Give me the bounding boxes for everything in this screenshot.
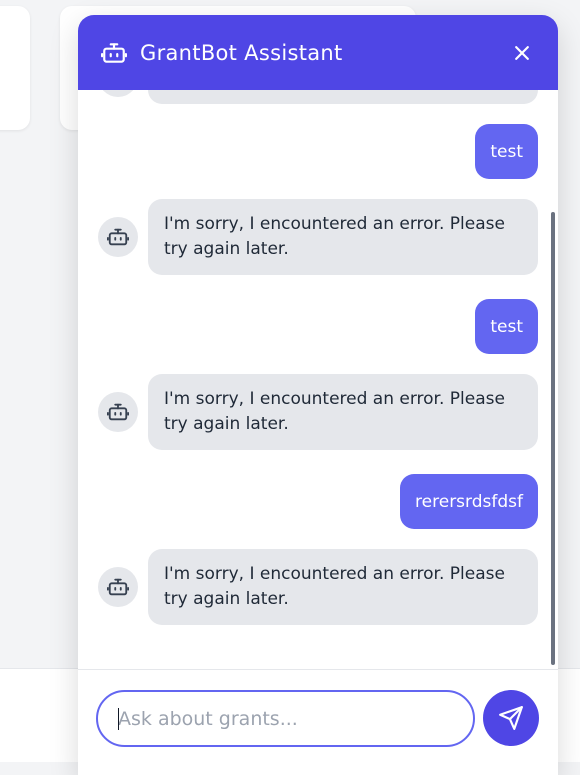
chat-input[interactable] xyxy=(96,690,475,747)
close-icon[interactable] xyxy=(508,39,536,67)
user-message: test xyxy=(475,299,538,354)
bot-message-bubble: I'm sorry, I encountered an error. Pleas… xyxy=(148,549,538,625)
send-button[interactable] xyxy=(483,690,539,746)
user-message: test xyxy=(475,124,538,179)
bot-avatar xyxy=(98,392,138,432)
user-message-bubble: rerersrdsfdsf xyxy=(400,474,538,529)
bot-avatar xyxy=(98,90,138,97)
scrollbar-thumb[interactable] xyxy=(551,212,555,665)
user-message: rerersrdsfdsf xyxy=(400,474,538,529)
bot-avatar xyxy=(98,567,138,607)
bot-message: I'm sorry, I encountered an error. Pleas… xyxy=(98,374,538,450)
bot-message-bubble: I'm sorry, I encountered an error. Pleas… xyxy=(148,199,538,275)
bot-message xyxy=(98,90,538,104)
bot-message-bubble xyxy=(148,90,538,104)
user-message-bubble: test xyxy=(475,299,538,354)
chat-header: GrantBot Assistant xyxy=(78,15,558,90)
bot-message-bubble: I'm sorry, I encountered an error. Pleas… xyxy=(148,374,538,450)
robot-icon xyxy=(100,39,128,67)
chat-title: GrantBot Assistant xyxy=(140,40,343,65)
bot-avatar xyxy=(98,217,138,257)
background-card xyxy=(0,6,30,130)
message-list[interactable]: test I'm sorry, I encountered an error. … xyxy=(78,90,558,669)
user-message-bubble: test xyxy=(475,124,538,179)
send-icon xyxy=(498,705,524,731)
bot-message: I'm sorry, I encountered an error. Pleas… xyxy=(98,549,538,625)
chat-input-area xyxy=(78,669,558,775)
chat-window: GrantBot Assistant test I'm sorry, I enc… xyxy=(78,15,558,775)
text-caret xyxy=(118,708,119,730)
bot-message: I'm sorry, I encountered an error. Pleas… xyxy=(98,199,538,275)
